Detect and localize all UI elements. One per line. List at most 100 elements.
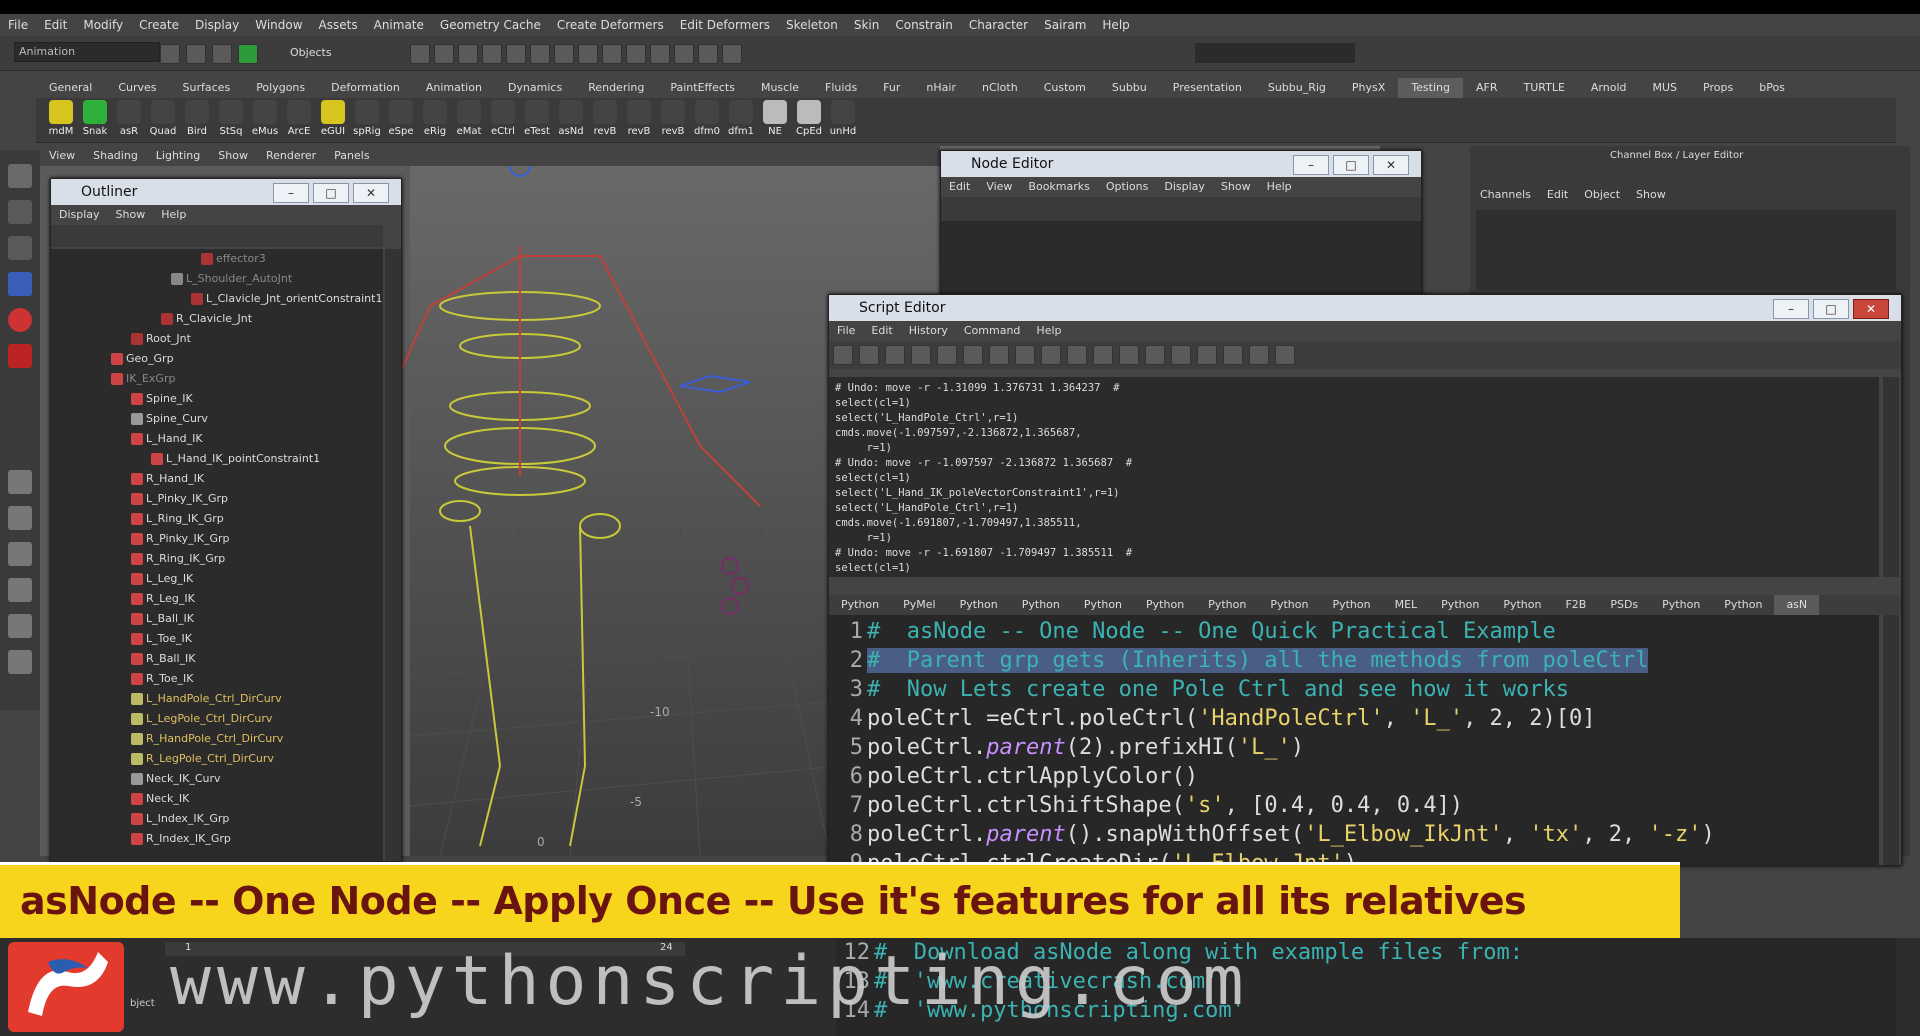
shelf-tab-afr[interactable]: AFR	[1463, 78, 1511, 98]
outliner-menu-help[interactable]: Help	[153, 205, 194, 225]
shelf-tab-dynamics[interactable]: Dynamics	[495, 78, 575, 98]
toolbar-icon[interactable]	[722, 44, 742, 64]
outliner-item[interactable]: L_Pinky_IK_Grp	[51, 489, 383, 509]
shelf-tab-deformation[interactable]: Deformation	[318, 78, 413, 98]
shelf-button-ne[interactable]: NE	[760, 100, 790, 140]
outliner-item[interactable]: L_Shoulder_AutoJnt	[51, 269, 383, 289]
shelf-tab-polygons[interactable]: Polygons	[243, 78, 318, 98]
outliner-filter[interactable]	[51, 225, 383, 247]
shelf-button-bird[interactable]: Bird	[182, 100, 212, 140]
script-toolbar-icon[interactable]	[1145, 345, 1165, 365]
script-toolbar-icon[interactable]	[963, 345, 983, 365]
outliner-item[interactable]: R_HandPole_Ctrl_DirCurv	[51, 729, 383, 749]
node-editor-menu-options[interactable]: Options	[1098, 177, 1156, 197]
viewport-menu-renderer[interactable]: Renderer	[257, 146, 325, 166]
menu-sairam[interactable]: Sairam	[1036, 18, 1094, 32]
outliner-item[interactable]: R_Leg_IK	[51, 589, 383, 609]
select-tool-icon[interactable]	[8, 164, 32, 188]
close-button[interactable]: ✕	[1373, 155, 1409, 175]
script-tab-python[interactable]: Python	[1134, 595, 1196, 615]
toolbar-icon[interactable]	[434, 44, 454, 64]
script-tab-python[interactable]: Python	[1712, 595, 1774, 615]
script-tab-python[interactable]: Python	[829, 595, 891, 615]
script-tab-python[interactable]: Python	[948, 595, 1010, 615]
script-editor-menu-edit[interactable]: Edit	[863, 321, 900, 341]
script-toolbar-icon[interactable]	[833, 345, 853, 365]
menu-modify[interactable]: Modify	[75, 18, 131, 32]
menu-animate[interactable]: Animate	[366, 18, 432, 32]
shelf-button-asr[interactable]: asR	[114, 100, 144, 140]
channel-box-list[interactable]	[1476, 210, 1896, 290]
node-editor-menu-edit[interactable]: Edit	[941, 177, 978, 197]
outliner-item[interactable]: L_Toe_IK	[51, 629, 383, 649]
shelf-tab-ncloth[interactable]: nCloth	[969, 78, 1031, 98]
menu-edit[interactable]: Edit	[36, 18, 75, 32]
menu-character[interactable]: Character	[961, 18, 1036, 32]
toolbar-icon[interactable]	[530, 44, 550, 64]
input-scrollbar[interactable]	[1883, 615, 1899, 865]
script-toolbar-icon[interactable]	[1223, 345, 1243, 365]
new-scene-icon[interactable]	[160, 44, 180, 64]
minimize-button[interactable]: –	[1773, 299, 1809, 319]
viewport-menu-show[interactable]: Show	[209, 146, 257, 166]
outliner-scrollbar[interactable]	[385, 249, 401, 861]
menu-create-deformers[interactable]: Create Deformers	[549, 18, 672, 32]
outliner-item[interactable]: R_Clavicle_Jnt	[51, 309, 383, 329]
shelf-tab-turtle[interactable]: TURTLE	[1510, 78, 1577, 98]
channel-box-menu-channels[interactable]: Channels	[1480, 188, 1531, 201]
script-toolbar-icon[interactable]	[1015, 345, 1035, 365]
shelf-tab-painteffects[interactable]: PaintEffects	[657, 78, 748, 98]
script-toolbar-icon[interactable]	[885, 345, 905, 365]
shelf-tab-arnold[interactable]: Arnold	[1578, 78, 1640, 98]
outliner-item[interactable]: L_Leg_IK	[51, 569, 383, 589]
viewport-menu-lighting[interactable]: Lighting	[147, 146, 209, 166]
outliner-item[interactable]: R_Ball_IK	[51, 649, 383, 669]
outliner-item[interactable]: Spine_IK	[51, 389, 383, 409]
mode-selector[interactable]: Animation	[14, 42, 160, 62]
script-editor-menu-command[interactable]: Command	[956, 321, 1029, 341]
outliner-item[interactable]: R_Ring_IK_Grp	[51, 549, 383, 569]
shelf-button-asnd[interactable]: asNd	[556, 100, 586, 140]
script-tab-asn[interactable]: asN	[1774, 595, 1820, 615]
shelf-tab-general[interactable]: General	[36, 78, 105, 98]
shelf-button-quad[interactable]: Quad	[148, 100, 178, 140]
shelf-button-cped[interactable]: CpEd	[794, 100, 824, 140]
outliner-item[interactable]: Root_Jnt	[51, 329, 383, 349]
menu-create[interactable]: Create	[131, 18, 187, 32]
script-editor-menu-file[interactable]: File	[829, 321, 863, 341]
layout-four-icon[interactable]	[8, 506, 32, 530]
script-toolbar-icon[interactable]	[1197, 345, 1217, 365]
script-tab-psds[interactable]: PSDs	[1598, 595, 1650, 615]
viewport-menu-panels[interactable]: Panels	[325, 146, 378, 166]
script-output[interactable]: # Undo: move -r -1.31099 1.376731 1.3642…	[829, 377, 1879, 577]
viewport-menu-view[interactable]: View	[40, 146, 84, 166]
layout-graph-icon[interactable]	[8, 650, 32, 674]
outliner-menu-show[interactable]: Show	[108, 205, 154, 225]
script-tab-f2b[interactable]: F2B	[1553, 595, 1598, 615]
menu-edit-deformers[interactable]: Edit Deformers	[672, 18, 778, 32]
layout-side-icon[interactable]	[8, 542, 32, 566]
script-toolbar-icon[interactable]	[1067, 345, 1087, 365]
outliner-item[interactable]: L_Hand_IK_pointConstraint1	[51, 449, 383, 469]
shelf-tab-props[interactable]: Props	[1690, 78, 1746, 98]
close-button[interactable]: ✕	[1853, 299, 1889, 319]
script-tab-python[interactable]: Python	[1650, 595, 1712, 615]
outliner-item[interactable]: IK_ExGrp	[51, 369, 383, 389]
outliner-menu-display[interactable]: Display	[51, 205, 108, 225]
script-tab-python[interactable]: Python	[1491, 595, 1553, 615]
shelf-tab-rendering[interactable]: Rendering	[575, 78, 657, 98]
move-tool-icon[interactable]	[8, 272, 32, 296]
script-toolbar-icon[interactable]	[1171, 345, 1191, 365]
shelf-tab-custom[interactable]: Custom	[1031, 78, 1099, 98]
shelf-button-ectrl[interactable]: eCtrl	[488, 100, 518, 140]
script-editor-menu-history[interactable]: History	[901, 321, 956, 341]
script-tab-python[interactable]: Python	[1429, 595, 1491, 615]
menu-constrain[interactable]: Constrain	[887, 18, 961, 32]
outliner-item[interactable]: Geo_Grp	[51, 349, 383, 369]
script-toolbar-icon[interactable]	[989, 345, 1009, 365]
shelf-tab-mus[interactable]: MUS	[1640, 78, 1691, 98]
close-button[interactable]: ✕	[353, 183, 389, 203]
shelf-tab-physx[interactable]: PhysX	[1339, 78, 1398, 98]
toolbar-icon[interactable]	[650, 44, 670, 64]
viewport-menu-shading[interactable]: Shading	[84, 146, 147, 166]
